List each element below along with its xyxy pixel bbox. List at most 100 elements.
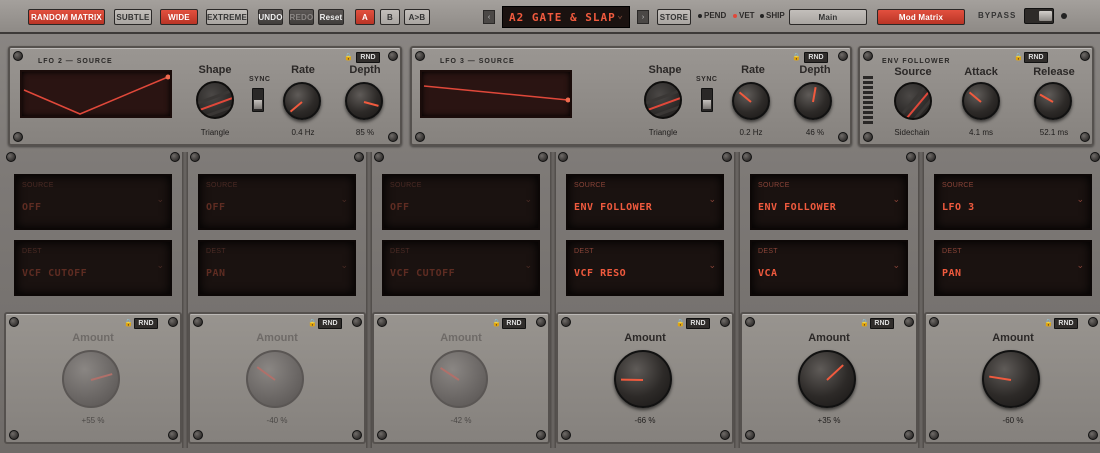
extreme-button[interactable]: EXTREME <box>206 9 248 25</box>
random-matrix-button[interactable]: RANDOM MATRIX <box>28 9 105 25</box>
lfo2-depth-value: 85 % <box>355 128 375 137</box>
knob-indicator <box>620 378 644 381</box>
slot-rnd-button[interactable]: RND <box>318 318 342 329</box>
lfo3-depth-label: Depth <box>799 64 831 76</box>
lock-icon[interactable]: 🔒 <box>344 54 353 62</box>
lfo2-depth-knob[interactable] <box>345 82 383 120</box>
slot-rnd-button[interactable]: RND <box>870 318 894 329</box>
lfo3-rate-knob[interactable] <box>732 82 770 120</box>
slot-amount-value: +55 % <box>81 416 105 425</box>
lfo2-rnd-button[interactable]: RND <box>356 52 380 63</box>
slot-amount-knob[interactable] <box>62 350 120 408</box>
slot-source-select[interactable]: SOURCE OFF ⌄ <box>382 174 540 230</box>
lfo2-rate-knob[interactable] <box>283 82 321 120</box>
undo-button[interactable]: UNDO <box>258 9 283 25</box>
slot-source-select[interactable]: SOURCE OFF ⌄ <box>14 174 172 230</box>
slot-rnd-button[interactable]: RND <box>502 318 526 329</box>
slot-amount-label: Amount <box>440 332 482 344</box>
screw-icon <box>415 51 425 61</box>
screw-icon <box>1090 152 1100 162</box>
slot-dest-select[interactable]: DEST VCF CUTOFF ⌄ <box>14 240 172 296</box>
lfo2-sync-switch[interactable] <box>252 88 264 112</box>
slot-amount-knob[interactable] <box>430 350 488 408</box>
screw-icon <box>904 317 914 327</box>
status-ship[interactable]: SHIP <box>760 11 785 20</box>
preset-display[interactable]: A2 GATE & SLAP ⌄ <box>502 6 630 28</box>
slot-dest-select[interactable]: DEST VCF RESO ⌄ <box>566 240 724 296</box>
env-rnd-button[interactable]: RND <box>1024 52 1048 63</box>
lock-icon[interactable]: 🔒 <box>1044 320 1053 328</box>
slot-amount-knob[interactable] <box>798 350 856 408</box>
slot-source-select[interactable]: SOURCE OFF ⌄ <box>198 174 356 230</box>
slot-dest-caption: DEST <box>574 248 594 255</box>
chevron-down-icon: ⌄ <box>1076 194 1084 204</box>
copy-a-to-b-button[interactable]: A>B <box>404 9 430 25</box>
ab-b-button[interactable]: B <box>380 9 400 25</box>
lock-icon[interactable]: 🔒 <box>860 320 869 328</box>
lfo3-depth-knob[interactable] <box>794 82 832 120</box>
slot-amount-knob[interactable] <box>246 350 304 408</box>
slot-dest-select[interactable]: DEST VCA ⌄ <box>750 240 908 296</box>
knob-indicator <box>1039 93 1054 103</box>
mod-slot-6: SOURCE LFO 3 ⌄ DEST PAN ⌄ 🔒 RND Amount -… <box>924 152 1100 446</box>
lfo3-rnd-button[interactable]: RND <box>804 52 828 63</box>
prev-preset-button[interactable]: ‹ <box>483 10 495 24</box>
meter-segment <box>863 81 873 84</box>
lock-icon[interactable]: 🔒 <box>1014 54 1023 62</box>
next-preset-button[interactable]: › <box>637 10 649 24</box>
lock-icon[interactable]: 🔒 <box>492 320 501 328</box>
slot-dest-value: VCA <box>758 268 778 279</box>
env-attack-knob[interactable] <box>962 82 1000 120</box>
slot-rnd-button[interactable]: RND <box>134 318 158 329</box>
tab-main[interactable]: Main <box>789 9 867 25</box>
lfo3-waveform <box>423 85 571 103</box>
waveform-dot <box>565 97 571 103</box>
slot-dest-select[interactable]: DEST PAN ⌄ <box>198 240 356 296</box>
lock-icon[interactable]: 🔒 <box>124 320 133 328</box>
env-release-knob[interactable] <box>1034 82 1072 120</box>
slot-dest-value: VCF RESO <box>574 268 627 279</box>
lfo2-depth-label: Depth <box>349 64 381 76</box>
subtle-button[interactable]: SUBTLE <box>114 9 152 25</box>
slot-source-select[interactable]: SOURCE LFO 3 ⌄ <box>934 174 1092 230</box>
lfo3-sync-switch[interactable] <box>701 88 713 112</box>
screw-icon <box>388 51 398 61</box>
slot-amount-knob[interactable] <box>614 350 672 408</box>
slot-dest-select[interactable]: DEST PAN ⌄ <box>934 240 1092 296</box>
lock-icon[interactable]: 🔒 <box>792 54 801 62</box>
lfo2-shape-knob[interactable] <box>196 81 234 119</box>
store-button[interactable]: STORE <box>657 9 691 25</box>
bypass-led <box>1061 13 1067 19</box>
meter-segment <box>863 96 873 99</box>
chevron-down-icon: ⌄ <box>1076 260 1084 270</box>
lock-icon[interactable]: 🔒 <box>308 320 317 328</box>
bypass-toggle[interactable] <box>1024 8 1054 24</box>
column-divider <box>734 152 740 448</box>
slot-source-caption: SOURCE <box>574 182 606 189</box>
lfo3-shape-knob[interactable] <box>644 81 682 119</box>
lfo3-title: LFO 3 — SOURCE <box>440 58 515 65</box>
slot-rnd-button[interactable]: RND <box>1054 318 1078 329</box>
lfo2-waveform <box>23 74 171 115</box>
ab-a-button[interactable]: A <box>355 9 375 25</box>
slot-rnd-button[interactable]: RND <box>686 318 710 329</box>
column-divider <box>366 152 372 448</box>
wide-button[interactable]: WIDE <box>160 9 198 25</box>
column-divider <box>182 152 188 448</box>
tab-mod-matrix[interactable]: Mod Matrix <box>877 9 965 25</box>
slot-source-select[interactable]: SOURCE ENV FOLLOWER ⌄ <box>566 174 724 230</box>
status-vet[interactable]: VET <box>733 11 755 20</box>
slot-dest-select[interactable]: DEST VCF CUTOFF ⌄ <box>382 240 540 296</box>
slot-amount-label: Amount <box>72 332 114 344</box>
lfo3-waveform-display <box>420 70 572 118</box>
env-source-knob[interactable] <box>894 82 932 120</box>
lock-icon[interactable]: 🔒 <box>676 320 685 328</box>
slot-dest-caption: DEST <box>942 248 962 255</box>
status-pend[interactable]: PEND <box>698 11 726 20</box>
status-pend-label: PEND <box>704 11 727 20</box>
slot-source-select[interactable]: SOURCE ENV FOLLOWER ⌄ <box>750 174 908 230</box>
screw-icon <box>170 152 180 162</box>
reset-button[interactable]: Reset <box>318 9 344 25</box>
redo-button[interactable]: REDO <box>289 9 314 25</box>
slot-amount-knob[interactable] <box>982 350 1040 408</box>
